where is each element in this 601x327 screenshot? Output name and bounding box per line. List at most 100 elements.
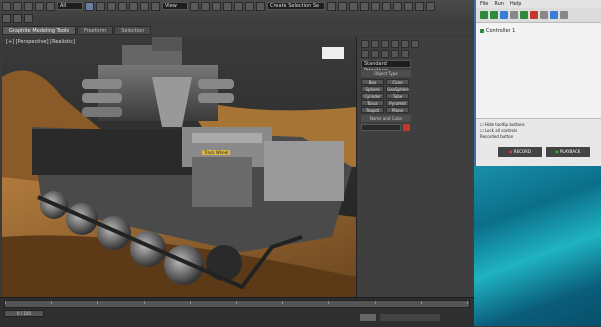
record-dot-icon: ●	[509, 149, 513, 154]
controller-icon	[480, 29, 484, 33]
link-icon[interactable]	[24, 2, 33, 11]
object-button-cone[interactable]: Cone	[386, 79, 409, 85]
object-name-input[interactable]	[361, 124, 401, 131]
rect-select-icon[interactable]	[107, 2, 116, 11]
command-panel: Standard Primitives Object Type BoxConeS…	[356, 37, 475, 297]
create-tab-icon[interactable]	[361, 40, 369, 48]
playback-controls[interactable]	[380, 314, 440, 321]
object-button-plane[interactable]: Plane	[386, 107, 409, 113]
spinner-snap-icon[interactable]	[256, 2, 265, 11]
motion-tab-icon[interactable]	[391, 40, 399, 48]
render-setup-icon[interactable]	[404, 2, 413, 11]
perspective-viewport[interactable]: [+] [Perspective] [Realistic] Track Whee…	[2, 37, 356, 297]
geometry-icon[interactable]	[361, 50, 369, 58]
object-button-tube[interactable]: Tube	[386, 93, 409, 99]
bind-icon[interactable]	[46, 2, 55, 11]
schematic-icon[interactable]	[382, 2, 391, 11]
record-icon[interactable]	[530, 11, 538, 19]
selection-filter-dropdown[interactable]: All	[57, 2, 83, 10]
select-by-name-icon[interactable]	[96, 2, 105, 11]
object-button-sphere[interactable]: Sphere	[361, 86, 384, 92]
window-crossing-icon[interactable]	[118, 2, 127, 11]
play-icon[interactable]	[520, 11, 528, 19]
tab-graphite[interactable]: Graphite Modeling Tools	[2, 26, 77, 35]
rotate-icon[interactable]	[140, 2, 149, 11]
object-button-teapot[interactable]: Teapot	[361, 107, 384, 113]
redo-icon[interactable]	[13, 2, 22, 11]
time-slider[interactable]: 0 / 100	[4, 310, 44, 317]
connect-icon[interactable]	[490, 11, 498, 19]
shapes-icon[interactable]	[371, 50, 379, 58]
display-tab-icon[interactable]	[401, 40, 409, 48]
record-button[interactable]: ● RECORD	[498, 147, 542, 157]
lock-controls-checkbox[interactable]: ☐ Lock all controls	[480, 128, 517, 133]
object-button-torus[interactable]: Torus	[361, 100, 384, 106]
named-selection-set-dropdown[interactable]: Create Selection Se	[267, 2, 325, 10]
unlink-icon[interactable]	[35, 2, 44, 11]
modify-tab-icon[interactable]	[371, 40, 379, 48]
reference-coord-dropdown[interactable]: View	[162, 2, 188, 10]
utilities-tab-icon[interactable]	[411, 40, 419, 48]
app-toolbar	[476, 8, 601, 23]
percent-snap-icon[interactable]	[245, 2, 254, 11]
select-icon[interactable]	[85, 2, 94, 11]
tab-freeform[interactable]: Freeform	[77, 26, 114, 35]
scale-icon[interactable]	[151, 2, 160, 11]
layer-icon[interactable]	[349, 2, 358, 11]
object-button-geosphere[interactable]: GeoSphere	[386, 86, 409, 92]
play-triangle-icon: ▶	[555, 149, 559, 154]
object-button-pyramid[interactable]: Pyramid	[386, 100, 409, 106]
track-bar[interactable]	[4, 300, 470, 308]
graphite-icon[interactable]	[360, 2, 369, 11]
open-icon[interactable]	[13, 14, 22, 23]
angle-snap-icon[interactable]	[234, 2, 243, 11]
main-toolbar: All View Create Selection Se	[0, 0, 474, 27]
tree-item-controller[interactable]: Controller 1	[480, 28, 515, 34]
move-icon[interactable]	[129, 2, 138, 11]
app-options-panel: ☐ Hide tooltip buttons ☐ Lock all contro…	[476, 118, 601, 167]
undo-icon[interactable]	[2, 2, 11, 11]
playback-button[interactable]: ▶ PLAYBACK	[546, 147, 590, 157]
render-icon[interactable]	[426, 2, 435, 11]
manipulate-icon[interactable]	[201, 2, 210, 11]
hierarchy-tab-icon[interactable]	[381, 40, 389, 48]
tab-selection[interactable]: Selection	[114, 26, 152, 35]
object-type-rollout[interactable]: Object Type	[361, 70, 411, 77]
timeline-tick	[189, 301, 191, 304]
set-key-button[interactable]	[360, 314, 376, 321]
viewport-label[interactable]: [+] [Perspective] [Realistic]	[6, 39, 75, 45]
name-color-rollout[interactable]: Name and Color	[361, 115, 411, 122]
object-color-swatch[interactable]	[403, 124, 410, 131]
pivot-icon[interactable]	[190, 2, 199, 11]
menu-help[interactable]: Help	[510, 0, 521, 8]
mirror-icon[interactable]	[327, 2, 336, 11]
menu-file[interactable]: File	[480, 0, 488, 8]
timeline-tick	[467, 301, 468, 304]
helpers-icon[interactable]	[401, 50, 409, 58]
timeline-tick	[282, 301, 284, 304]
quick-access-icon[interactable]	[2, 14, 11, 23]
primitive-type-dropdown[interactable]: Standard Primitives	[361, 60, 411, 74]
material-editor-icon[interactable]	[393, 2, 402, 11]
desktop-wallpaper	[474, 166, 601, 326]
menu-run[interactable]: Run	[494, 0, 504, 8]
mouse-icon[interactable]	[540, 11, 548, 19]
keyboard-icon[interactable]	[550, 11, 558, 19]
settings-icon[interactable]	[510, 11, 518, 19]
add-icon[interactable]	[480, 11, 488, 19]
keyboard-shortcut-icon[interactable]	[212, 2, 221, 11]
refresh-icon[interactable]	[500, 11, 508, 19]
object-button-box[interactable]: Box	[361, 79, 384, 85]
timeline-tick	[236, 301, 237, 304]
lights-icon[interactable]	[381, 50, 389, 58]
hide-tooltip-checkbox[interactable]: ☐ Hide tooltip buttons	[480, 122, 525, 127]
save-icon[interactable]	[24, 14, 33, 23]
render-frame-icon[interactable]	[415, 2, 424, 11]
snap-icon[interactable]	[223, 2, 232, 11]
gamepad-icon[interactable]	[560, 11, 568, 19]
timeline-tick	[374, 301, 376, 304]
object-button-cylinder[interactable]: Cylinder	[361, 93, 384, 99]
align-icon[interactable]	[338, 2, 347, 11]
curve-editor-icon[interactable]	[371, 2, 380, 11]
cameras-icon[interactable]	[391, 50, 399, 58]
